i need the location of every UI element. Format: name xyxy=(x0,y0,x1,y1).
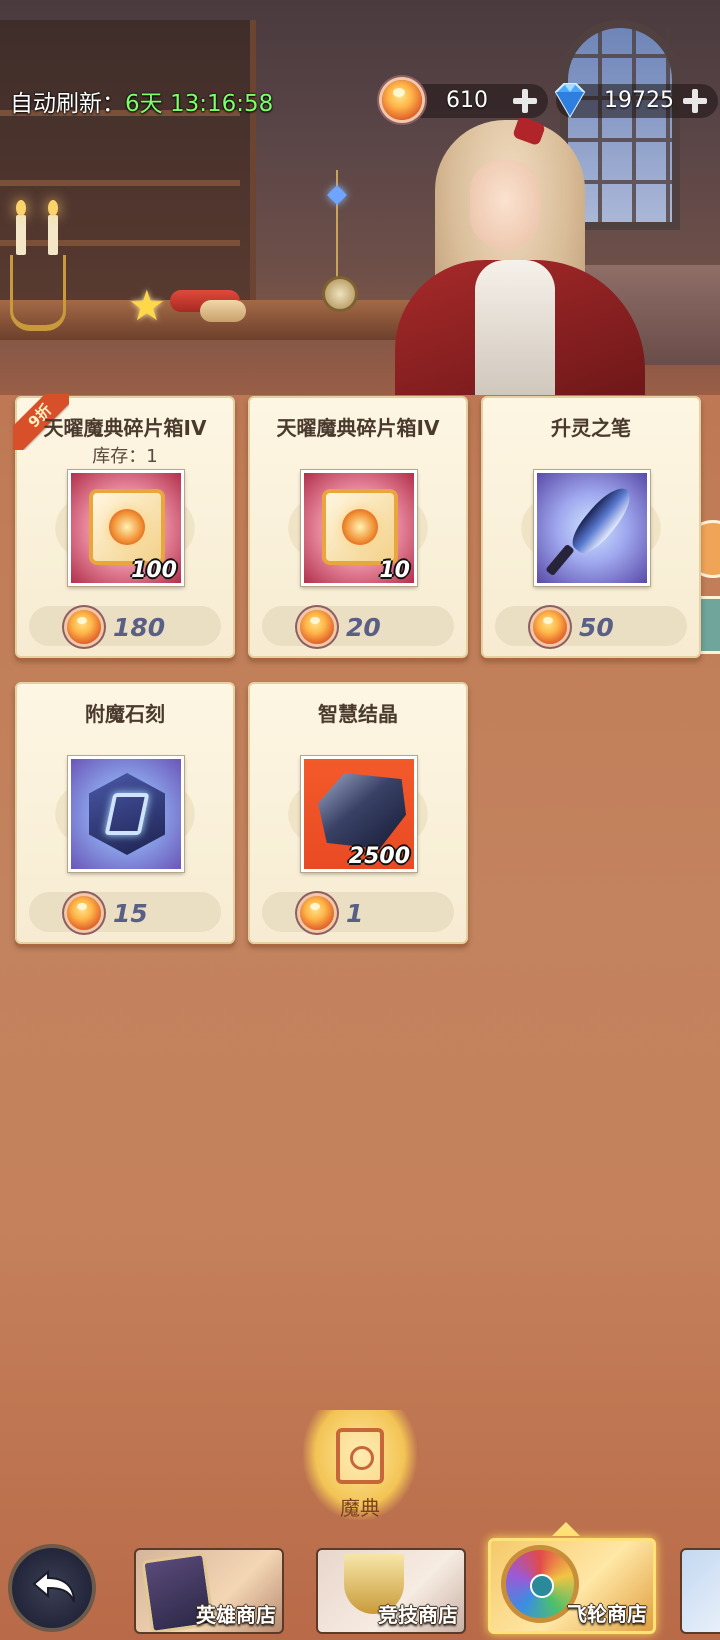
item-quantity: 100 xyxy=(131,558,177,583)
gold-amount: 610 xyxy=(446,88,488,113)
shop-item-card[interactable]: 附魔石刻 15 xyxy=(15,682,235,944)
pocket-watch xyxy=(322,276,358,312)
refresh-label: 自动刷新： xyxy=(10,91,125,117)
shelf-board xyxy=(0,240,240,246)
add-gold-button[interactable] xyxy=(510,86,540,116)
item-price: 50 xyxy=(579,613,614,642)
gold-coin-icon xyxy=(67,610,101,644)
item-price: 20 xyxy=(346,613,381,642)
back-button[interactable] xyxy=(8,1544,96,1632)
tome-tab-button[interactable]: 魔典 xyxy=(303,1400,417,1520)
shop-item-card[interactable]: 升灵之笔 50 xyxy=(481,396,701,658)
item-price: 1 xyxy=(346,899,364,928)
back-arrow-icon xyxy=(32,1569,75,1603)
item-name: 智慧结晶 xyxy=(318,702,398,726)
shop-item-card[interactable]: 天曜魔典碎片箱IV 10 20 xyxy=(248,396,468,658)
tab-hero-shop[interactable]: 英雄商店 xyxy=(134,1548,284,1634)
candlestick xyxy=(10,255,66,331)
relic-box-icon: 10 xyxy=(301,470,417,586)
scroll xyxy=(200,300,246,322)
diamond-icon xyxy=(554,83,586,118)
item-name: 附魔石刻 xyxy=(85,702,165,726)
item-name: 天曜魔典碎片箱IV xyxy=(43,416,207,440)
gold-coin-icon xyxy=(300,610,334,644)
relic-box-icon: 100 xyxy=(68,470,184,586)
shelf-board xyxy=(0,180,240,186)
candle-flame xyxy=(48,200,58,216)
item-name: 升灵之笔 xyxy=(551,416,631,440)
rune-stone-icon xyxy=(68,756,184,872)
tab-more-shop[interactable] xyxy=(680,1548,720,1634)
candle xyxy=(48,215,58,255)
gem-amount: 19725 xyxy=(604,88,674,113)
item-price: 15 xyxy=(113,899,148,928)
active-tab-indicator xyxy=(552,1522,580,1536)
tab-label: 飞轮商店 xyxy=(567,1602,647,1626)
shopkeeper-character xyxy=(395,110,645,395)
auto-refresh-timer: 自动刷新：6天 13:16:58 xyxy=(10,84,273,118)
item-quantity: 10 xyxy=(379,558,410,583)
wisdom-crystal-icon: 2500 xyxy=(301,756,417,872)
item-stock: 库存：1 xyxy=(92,446,158,467)
star-ornament: ★ xyxy=(128,281,166,330)
tab-arena-shop[interactable]: 竞技商店 xyxy=(316,1548,466,1634)
gold-coin-icon xyxy=(533,610,567,644)
quill-icon xyxy=(534,470,650,586)
shop-item-card[interactable]: 9折 天曜魔典碎片箱IV 库存：1 100 180 xyxy=(13,394,235,658)
candle xyxy=(16,215,26,255)
gold-coin-icon xyxy=(382,80,422,120)
tab-wheel-shop[interactable]: 飞轮商店 xyxy=(488,1538,656,1634)
tome-icon xyxy=(336,1428,384,1484)
item-name: 天曜魔典碎片箱IV xyxy=(276,416,440,440)
tab-label: 英雄商店 xyxy=(196,1603,276,1627)
candle-flame xyxy=(16,200,26,216)
blue-gem xyxy=(327,185,347,205)
add-gem-button[interactable] xyxy=(680,86,710,116)
item-price: 180 xyxy=(113,613,166,642)
shop-item-card[interactable]: 智慧结晶 2500 1 xyxy=(248,682,468,944)
tab-label: 竞技商店 xyxy=(378,1603,458,1627)
shop-keeper-scene: ★ xyxy=(0,0,720,395)
gold-coin-icon xyxy=(300,896,334,930)
gold-coin-icon xyxy=(67,896,101,930)
refresh-countdown: 6天 13:16:58 xyxy=(125,91,274,117)
tome-tab-label: 魔典 xyxy=(340,1496,380,1520)
item-quantity: 2500 xyxy=(348,844,410,869)
